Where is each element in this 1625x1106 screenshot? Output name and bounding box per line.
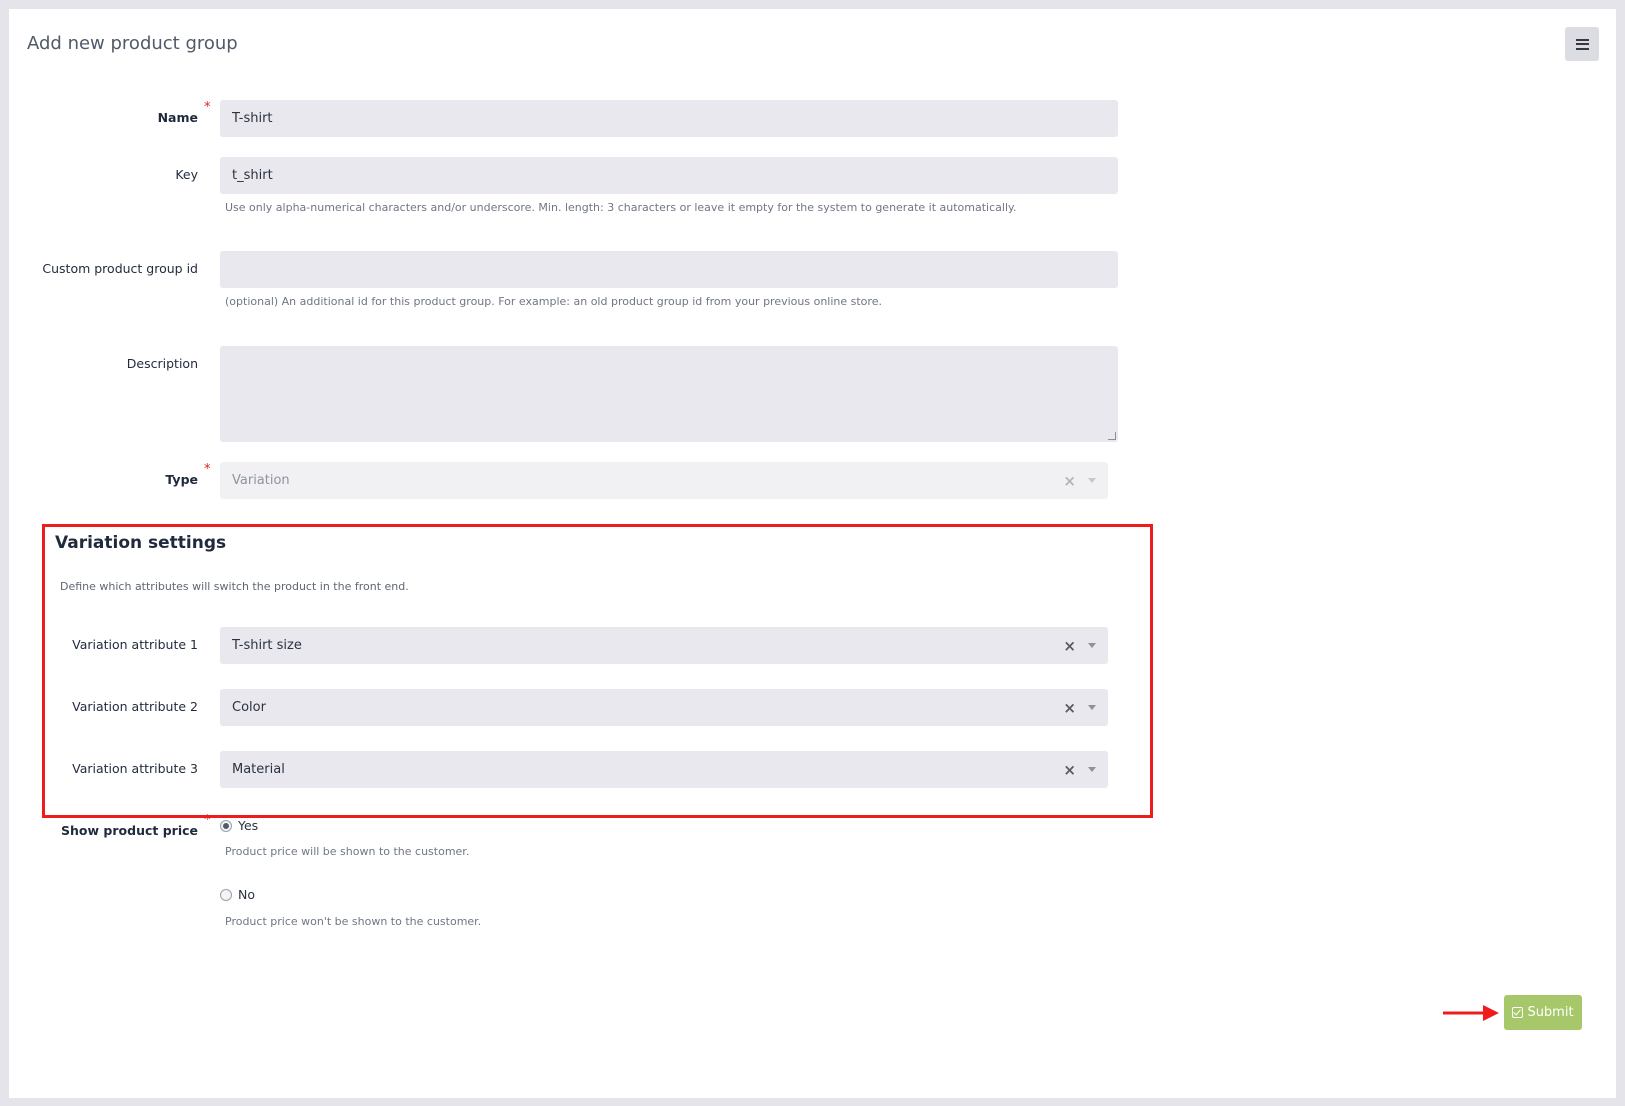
- caret-down-icon[interactable]: [1088, 705, 1096, 710]
- clear-icon: ×: [1063, 471, 1076, 490]
- name-label: Name: [157, 110, 198, 125]
- menu-button[interactable]: [1565, 27, 1599, 61]
- clear-icon[interactable]: ×: [1063, 637, 1076, 655]
- name-input[interactable]: T-shirt: [220, 100, 1118, 137]
- type-select-value: Variation: [232, 473, 290, 488]
- show-price-yes-radio[interactable]: [220, 820, 232, 832]
- resize-handle-icon[interactable]: [1108, 432, 1116, 440]
- custom-id-help: (optional) An additional id for this pro…: [225, 295, 882, 308]
- show-price-no-label[interactable]: No: [238, 887, 255, 902]
- clear-icon[interactable]: ×: [1063, 699, 1076, 717]
- type-required-mark: *: [204, 462, 211, 477]
- variation-attribute-2-select[interactable]: Color ×: [220, 689, 1108, 726]
- show-price-yes-label[interactable]: Yes: [238, 818, 258, 833]
- variation-attribute-1-label: Variation attribute 1: [72, 637, 198, 652]
- caret-down-icon[interactable]: [1088, 643, 1096, 648]
- show-price-yes-help: Product price will be shown to the custo…: [225, 845, 470, 858]
- type-label: Type: [165, 472, 198, 487]
- clear-icon[interactable]: ×: [1063, 761, 1076, 779]
- submit-button[interactable]: Submit: [1504, 995, 1582, 1030]
- custom-id-input[interactable]: [220, 251, 1118, 288]
- variation-attribute-3-label: Variation attribute 3: [72, 761, 198, 776]
- check-square-icon: [1512, 1007, 1524, 1018]
- show-price-no-radio[interactable]: [220, 889, 232, 901]
- custom-id-label: Custom product group id: [42, 261, 198, 276]
- description-label: Description: [126, 356, 198, 371]
- page-title: Add new product group: [27, 33, 238, 54]
- variation-attribute-2-value: Color: [232, 700, 266, 715]
- key-label: Key: [175, 167, 198, 182]
- variation-attribute-3-select[interactable]: Material ×: [220, 751, 1108, 788]
- description-textarea[interactable]: [220, 346, 1118, 442]
- key-input[interactable]: t_shirt: [220, 157, 1118, 194]
- variation-settings-description: Define which attributes will switch the …: [60, 580, 409, 593]
- show-price-label: Show product price: [61, 823, 198, 838]
- caret-down-icon: [1088, 478, 1096, 483]
- submit-label: Submit: [1527, 1005, 1574, 1020]
- name-required-mark: *: [204, 100, 211, 115]
- show-price-no-help: Product price won't be shown to the cust…: [225, 915, 482, 928]
- variation-attribute-2-label: Variation attribute 2: [72, 699, 198, 714]
- variation-attribute-3-value: Material: [232, 762, 285, 777]
- type-select: Variation ×: [220, 462, 1108, 499]
- variation-settings-title: Variation settings: [55, 533, 227, 553]
- show-price-required-mark: *: [204, 813, 211, 828]
- arrow-right-icon: [1443, 1005, 1499, 1021]
- variation-attribute-1-value: T-shirt size: [232, 638, 302, 653]
- menu-icon: [1575, 38, 1589, 50]
- caret-down-icon[interactable]: [1088, 767, 1096, 772]
- variation-attribute-1-select[interactable]: T-shirt size ×: [220, 627, 1108, 664]
- key-help: Use only alpha-numerical characters and/…: [225, 201, 1017, 214]
